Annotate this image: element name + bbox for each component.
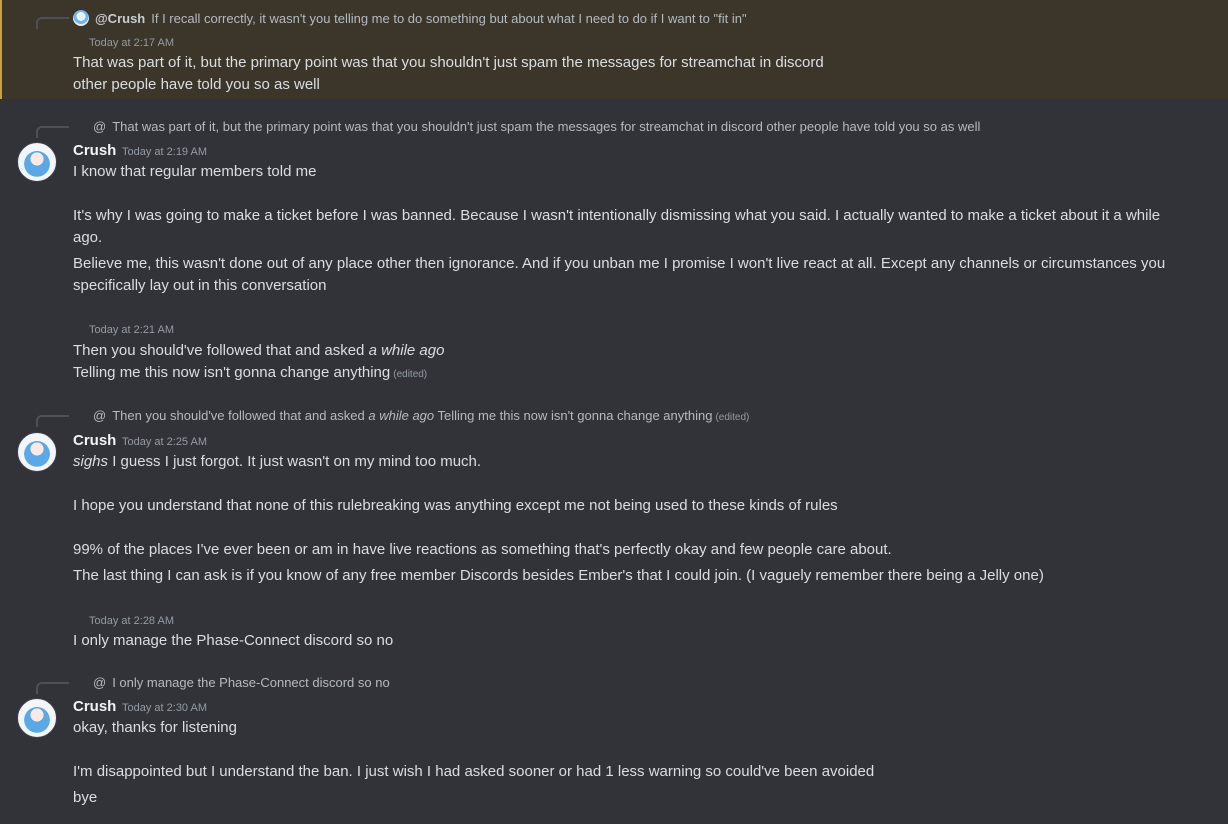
- avatar[interactable]: [17, 432, 57, 472]
- message-line: I hope you understand that none of this …: [73, 497, 838, 514]
- message-content: That was part of it, but the primary poi…: [73, 52, 1193, 96]
- reply-connector: [36, 415, 69, 427]
- edited-label: (edited): [393, 369, 428, 380]
- message-line: 99% of the places I've ever been or am i…: [73, 541, 892, 558]
- reply-text[interactable]: I only manage the Phase-Connect discord …: [112, 675, 390, 690]
- message-line: It's why I was going to make a ticket be…: [73, 207, 1161, 246]
- reply-preview[interactable]: @ Then you should've followed that and a…: [93, 408, 749, 423]
- message-content: I hope you understand that none of this …: [73, 495, 1193, 517]
- reply-preview[interactable]: @Crush If I recall correctly, it wasn't …: [73, 10, 747, 26]
- message-content: I only manage the Phase-Connect discord …: [73, 630, 1193, 652]
- reply-connector: [36, 682, 69, 694]
- message-line: I know that regular members told me: [73, 163, 317, 180]
- at-icon: @: [93, 119, 107, 134]
- reply-username[interactable]: @Crush: [95, 11, 145, 26]
- message-content: The last thing I can ask is if you know …: [73, 565, 1193, 587]
- message-timestamp[interactable]: Today at 2:25 AM: [122, 436, 207, 448]
- message-line: bye: [73, 789, 98, 806]
- message-line: I'm disappointed but I understand the ba…: [73, 763, 875, 780]
- message-timestamp[interactable]: Today at 2:19 AM: [122, 146, 207, 158]
- message-content: Believe me, this wasn't done out of any …: [73, 253, 1193, 297]
- username[interactable]: Crush: [73, 698, 116, 715]
- at-icon: @: [93, 408, 107, 423]
- message-timestamp[interactable]: Today at 2:17 AM: [89, 37, 174, 49]
- message-content: okay, thanks for listening: [73, 717, 1193, 739]
- message-content: 99% of the places I've ever been or am i…: [73, 539, 1193, 561]
- message-line: Then you should've followed that and ask…: [73, 342, 445, 359]
- message-line: Believe me, this wasn't done out of any …: [73, 255, 1166, 294]
- avatar[interactable]: [17, 698, 57, 738]
- message-line: okay, thanks for listening: [73, 719, 237, 736]
- message-content: sighs I guess I just forgot. It just was…: [73, 451, 1193, 473]
- username[interactable]: Crush: [73, 432, 116, 449]
- message-line: I only manage the Phase-Connect discord …: [73, 632, 394, 649]
- username[interactable]: Crush: [73, 142, 116, 159]
- message-content: It's why I was going to make a ticket be…: [73, 205, 1193, 249]
- reply-preview[interactable]: @ That was part of it, but the primary p…: [93, 119, 980, 134]
- message-timestamp[interactable]: Today at 2:28 AM: [89, 615, 174, 627]
- message-line: The last thing I can ask is if you know …: [73, 567, 1044, 584]
- reply-text[interactable]: Then you should've followed that and ask…: [112, 408, 749, 423]
- at-icon: @: [93, 675, 107, 690]
- message-content: bye: [73, 787, 1193, 809]
- message-line: That was part of it, but the primary poi…: [73, 54, 824, 71]
- message-line: other people have told you so as well: [73, 76, 320, 93]
- avatar-mini-icon: [73, 10, 89, 26]
- reply-connector: [36, 126, 69, 138]
- message-content: I know that regular members told me: [73, 161, 1193, 183]
- message-line: sighs I guess I just forgot. It just was…: [73, 453, 482, 470]
- reply-text[interactable]: That was part of it, but the primary poi…: [112, 119, 980, 134]
- message-line: Telling me this now isn't gonna change a…: [73, 364, 428, 381]
- message-timestamp[interactable]: Today at 2:30 AM: [122, 702, 207, 714]
- message-content: I'm disappointed but I understand the ba…: [73, 761, 1193, 783]
- reply-connector: [36, 17, 69, 29]
- reply-preview[interactable]: @ I only manage the Phase-Connect discor…: [93, 675, 390, 690]
- avatar[interactable]: [17, 142, 57, 182]
- message-timestamp[interactable]: Today at 2:21 AM: [89, 324, 174, 336]
- chat-messages: @Crush If I recall correctly, it wasn't …: [0, 0, 1228, 824]
- reply-text[interactable]: If I recall correctly, it wasn't you tel…: [151, 11, 746, 26]
- message-content: Then you should've followed that and ask…: [73, 340, 1193, 386]
